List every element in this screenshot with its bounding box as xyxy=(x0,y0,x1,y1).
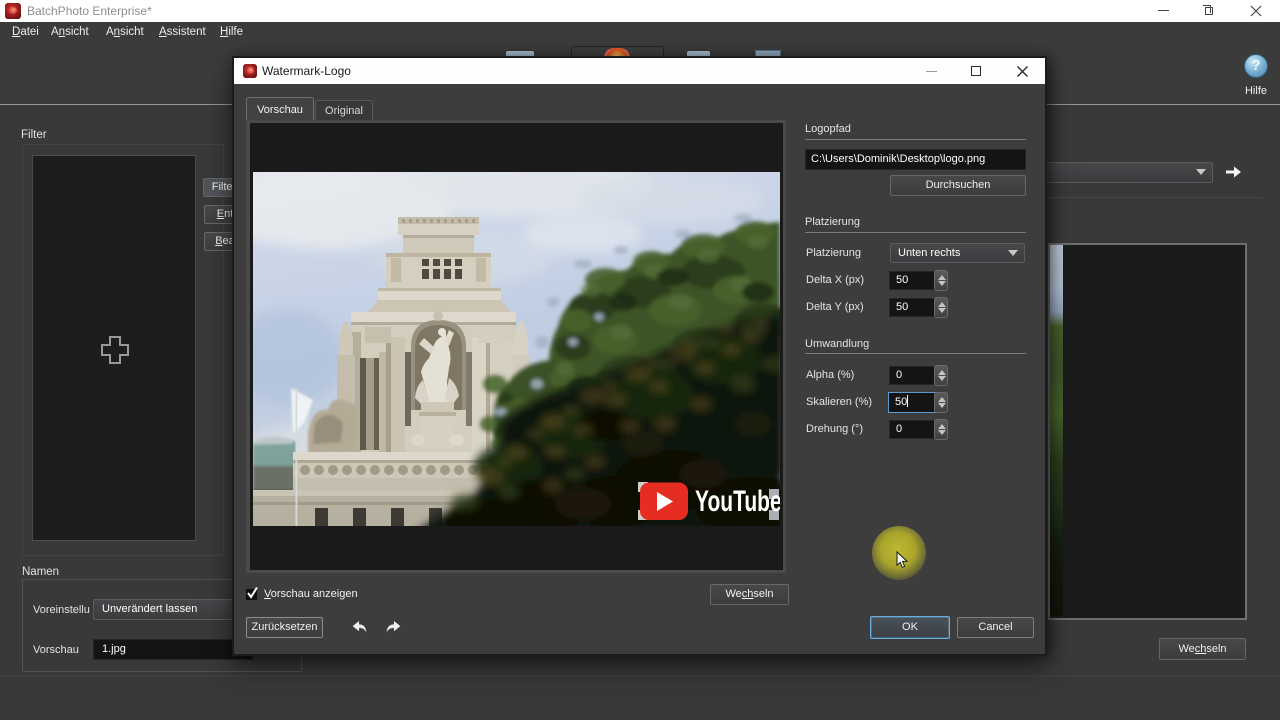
svg-text:YouTube: YouTube xyxy=(695,486,780,518)
